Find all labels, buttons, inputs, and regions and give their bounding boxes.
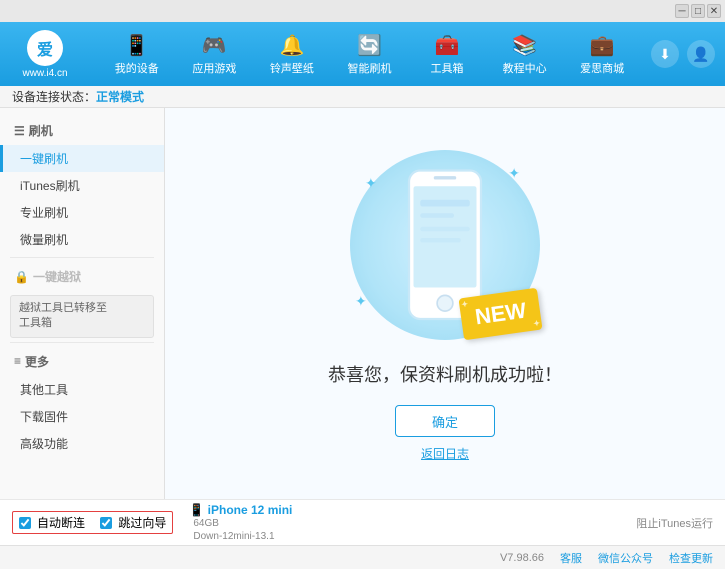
sidebar: ☰ 刷机 一键刷机 iTunes刷机 专业刷机 微量刷机 🔒 一键越狱 越狱工具… <box>0 108 165 499</box>
lock-icon: 🔒 <box>14 270 29 284</box>
logo-url: www.i4.cn <box>22 68 67 79</box>
sparkle-bottomleft: ✦ <box>355 293 367 310</box>
toolbox-icon: 🧰 <box>435 33 460 58</box>
istore-icon: 💼 <box>590 33 615 58</box>
nav-label-ringtones: 铃声壁纸 <box>270 60 314 76</box>
status-mode: 正常模式 <box>96 88 144 105</box>
nav-item-ringtones[interactable]: 🔔 铃声壁纸 <box>263 27 321 82</box>
sparkle-topleft: ✦ <box>365 175 377 192</box>
status-bar: 设备连接状态： 正常模式 <box>0 86 725 108</box>
main-container: ☰ 刷机 一键刷机 iTunes刷机 专业刷机 微量刷机 🔒 一键越狱 越狱工具… <box>0 108 725 499</box>
nav-item-my-device[interactable]: 📱 我的设备 <box>108 27 166 82</box>
flash-section-icon: ☰ <box>14 124 25 138</box>
nav-item-apps-games[interactable]: 🎮 应用游戏 <box>185 27 243 82</box>
sidebar-item-save-flash[interactable]: 微量刷机 <box>0 226 164 253</box>
download-button[interactable]: ⬇ <box>651 40 679 68</box>
smart-flash-icon: 🔄 <box>357 33 382 58</box>
nav-items: 📱 我的设备 🎮 应用游戏 🔔 铃声壁纸 🔄 智能刷机 🧰 工具箱 📚 教程中心… <box>98 27 641 82</box>
content-area: ✦ ✦ ✦ NEW 恭喜您，保资料刷机成 <box>165 108 725 499</box>
sidebar-divider-2 <box>10 342 154 343</box>
maximize-button[interactable]: □ <box>691 4 705 18</box>
nav-item-smart-flash[interactable]: 🔄 智能刷机 <box>340 27 398 82</box>
nav-label-my-device: 我的设备 <box>115 60 159 76</box>
version-label: V7.98.66 <box>500 552 544 564</box>
section-more-title: ≡ 更多 <box>0 347 164 376</box>
status-label: 设备连接状态： <box>12 88 96 105</box>
device-footer: 自动断连 跳过向导 📱 iPhone 12 mini 64GB Down-12m… <box>0 499 725 545</box>
check-update-link[interactable]: 检查更新 <box>669 550 713 566</box>
apps-games-icon: 🎮 <box>202 33 227 58</box>
sidebar-divider-1 <box>10 257 154 258</box>
device-storage: 64GB <box>193 517 292 530</box>
nav-label-tutorial: 教程中心 <box>503 60 547 76</box>
phone-illustration: ✦ ✦ ✦ NEW <box>345 145 545 345</box>
nav-label-smart-flash: 智能刷机 <box>347 60 391 76</box>
bottom-bar: V7.98.66 客服 微信公众号 检查更新 <box>0 545 725 569</box>
logo-area: 爱 www.i4.cn <box>10 30 80 79</box>
close-button[interactable]: ✕ <box>707 4 721 18</box>
user-button[interactable]: 👤 <box>687 40 715 68</box>
sidebar-item-download-firmware[interactable]: 下载固件 <box>0 403 164 430</box>
nav-label-istore: 爱思商城 <box>580 60 624 76</box>
section-jailbreak-title: 🔒 一键越狱 <box>0 262 164 291</box>
navbar: 爱 www.i4.cn 📱 我的设备 🎮 应用游戏 🔔 铃声壁纸 🔄 智能刷机 … <box>0 22 725 86</box>
jailbreak-notice: 越狱工具已转移至 工具箱 <box>10 295 154 338</box>
success-text: 恭喜您，保资料刷机成功啦！ <box>328 361 562 387</box>
nav-item-istore[interactable]: 💼 爱思商城 <box>573 27 631 82</box>
new-badge: NEW <box>461 293 540 335</box>
wechat-link[interactable]: 微信公众号 <box>598 550 653 566</box>
sidebar-item-pro-flash[interactable]: 专业刷机 <box>0 199 164 226</box>
support-link[interactable]: 客服 <box>560 550 582 566</box>
nav-item-toolbox[interactable]: 🧰 工具箱 <box>418 27 476 82</box>
title-bar: ─ □ ✕ <box>0 0 725 22</box>
section-flash-title: ☰ 刷机 <box>0 116 164 145</box>
minimize-button[interactable]: ─ <box>675 4 689 18</box>
sidebar-item-one-click-flash[interactable]: 一键刷机 <box>0 145 164 172</box>
confirm-button[interactable]: 确定 <box>395 405 495 437</box>
sidebar-item-advanced[interactable]: 高级功能 <box>0 430 164 457</box>
nav-item-tutorial[interactable]: 📚 教程中心 <box>496 27 554 82</box>
nav-label-toolbox: 工具箱 <box>431 60 464 76</box>
tutorial-icon: 📚 <box>512 33 537 58</box>
my-device-icon: 📱 <box>124 33 149 58</box>
device-model: Down-12mini-13.1 <box>193 530 292 543</box>
bottom-section: 自动断连 跳过向导 📱 iPhone 12 mini 64GB Down-12m… <box>0 499 725 569</box>
sidebar-item-other-tools[interactable]: 其他工具 <box>0 376 164 403</box>
nav-right: ⬇ 👤 <box>651 40 715 68</box>
new-ribbon-text: NEW <box>458 288 542 341</box>
sparkle-topright: ✦ <box>508 165 520 182</box>
nav-label-apps-games: 应用游戏 <box>192 60 236 76</box>
logo-icon: 爱 <box>27 30 63 66</box>
ringtones-icon: 🔔 <box>279 33 304 58</box>
device-name: iPhone 12 mini <box>208 503 293 517</box>
sidebar-item-itunes-flash[interactable]: iTunes刷机 <box>0 172 164 199</box>
retry-link[interactable]: 返回日志 <box>421 445 469 462</box>
phone-icon: 📱 <box>189 503 204 517</box>
more-section-icon: ≡ <box>14 354 21 368</box>
